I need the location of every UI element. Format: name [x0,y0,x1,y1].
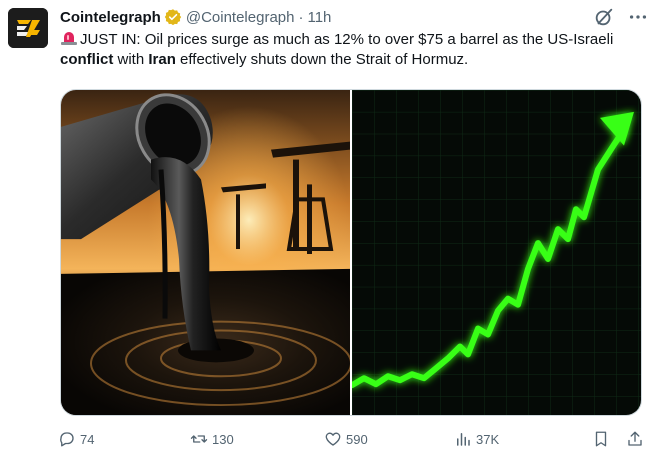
action-bar: 74 130 590 37K [58,428,644,450]
tweet-text-part-5: effectively shuts down the Strait of Hor… [175,51,469,68]
views-count: 37K [476,431,500,447]
heart-icon [325,432,341,446]
tweet-media[interactable] [60,89,642,416]
grok-icon[interactable] [593,6,615,28]
views-icon [457,433,470,446]
verified-badge-icon[interactable] [164,8,182,26]
oil-pour-image[interactable] [61,90,350,415]
green-arrow-chart-image[interactable] [352,90,641,415]
separator-dot: · [298,8,304,26]
retweet-count: 130 [212,431,234,447]
bookmark-icon [595,431,607,447]
share-icon [628,431,642,446]
tweet-text: JUST IN: Oil prices surge as much as 12%… [60,30,650,70]
tweet-text-part-1: JUST IN: Oil prices surge as much as 12%… [80,31,614,48]
reply-count: 74 [80,431,95,447]
cointelegraph-logo-icon [8,8,48,48]
like-button[interactable]: 590 [324,430,454,448]
views-button[interactable]: 37K [454,430,586,448]
tweet-text-hashtag-iran[interactable]: Iran [148,51,176,68]
share-button[interactable] [626,430,644,448]
more-icon[interactable] [627,6,649,28]
reply-button[interactable]: 74 [58,430,190,448]
tweet-text-part-3: with [113,51,149,68]
retweet-button[interactable]: 130 [190,430,324,448]
tweet-time[interactable]: 11h [307,9,331,26]
tweet-text-hashtag-conflict[interactable]: conflict [60,51,113,68]
like-count: 590 [346,431,368,447]
author-handle[interactable]: @Cointelegraph [186,9,295,26]
rotating-light-icon [60,30,78,46]
retweet-icon [190,435,208,443]
reply-icon [60,432,74,447]
author-name[interactable]: Cointelegraph [60,9,161,26]
avatar[interactable] [8,8,48,48]
tweet-header: Cointelegraph @Cointelegraph · 11h [60,6,649,28]
bookmark-button[interactable] [592,430,610,448]
